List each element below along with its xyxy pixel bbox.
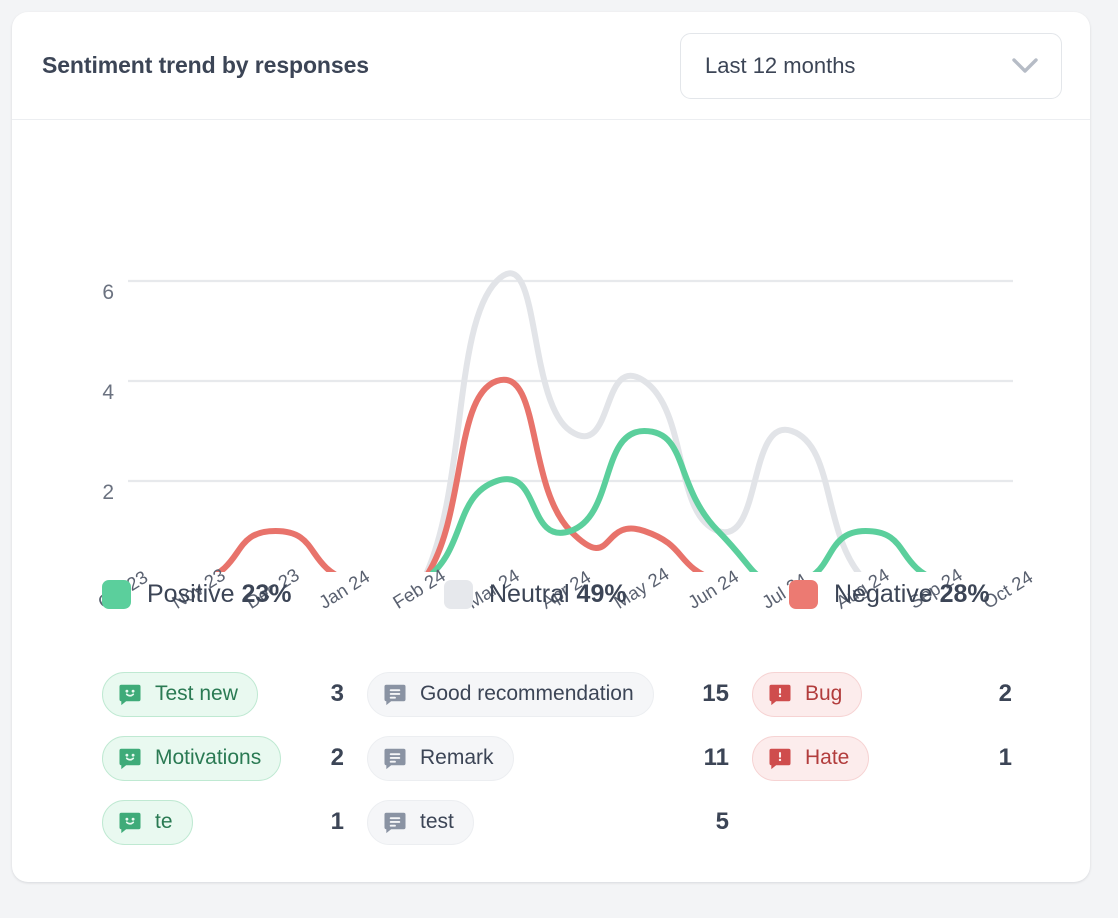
tag-row: Motivations 2 [102, 726, 344, 790]
tag-row: Bug 2 [752, 662, 1012, 726]
smiley-speech-bubble-icon [118, 682, 142, 706]
tag-chip[interactable]: te [102, 799, 193, 845]
tag-column-neutral: Good recommendation 15 Remark 11 test 5 [367, 662, 729, 854]
date-range-value: Last 12 months [705, 52, 856, 78]
tag-chip-count: 1 [330, 808, 344, 835]
tag-chip-label: Bug [805, 682, 843, 705]
lines-speech-bubble-icon [383, 746, 407, 770]
tag-chip[interactable]: Good recommendation [367, 671, 654, 717]
tag-chip[interactable]: Motivations [102, 735, 282, 781]
tag-chip-count: 15 [702, 680, 729, 707]
legend-swatch-positive [102, 579, 131, 609]
legend-label-neutral: Neutral 49% [489, 580, 627, 609]
tag-row: te 1 [102, 790, 344, 854]
smiley-speech-bubble-icon [118, 746, 142, 770]
tag-chip[interactable]: Test new [102, 671, 258, 717]
legend-group-negative: Negative 28% [789, 572, 1049, 616]
tag-chip-count: 5 [715, 808, 729, 835]
sentiment-legend: Positive 23% Neutral 49% Negative 28% [12, 572, 1090, 616]
tag-chip-label: Test new [155, 682, 238, 705]
legend-percent: 28% [939, 579, 990, 608]
legend-swatch-negative [789, 579, 818, 609]
tag-chip-count: 2 [998, 680, 1012, 707]
tag-chip[interactable]: test [367, 799, 474, 845]
alert-speech-bubble-icon [768, 746, 792, 770]
tag-chip[interactable]: Remark [367, 735, 514, 781]
tag-chip[interactable]: Bug [752, 671, 863, 717]
tag-row: Hate 1 [752, 726, 1012, 790]
page-title: Sentiment trend by responses [42, 52, 369, 78]
sentiment-trend-card: Sentiment trend by responses Last 12 mon… [12, 12, 1090, 882]
tag-chip-count: 1 [998, 744, 1012, 771]
tag-chip-label: Remark [420, 746, 494, 769]
tag-chip-count: 3 [330, 680, 344, 707]
tag-chip-label: Good recommendation [420, 682, 634, 705]
plot-canvas [128, 270, 1013, 572]
tag-chip-count: 2 [330, 744, 344, 771]
legend-percent: 49% [576, 579, 627, 608]
tag-chip-label: te [155, 810, 173, 833]
legend-name: Negative [834, 579, 933, 608]
tag-chip[interactable]: Hate [752, 735, 870, 781]
lines-speech-bubble-icon [383, 682, 407, 706]
tag-row: Remark 11 [367, 726, 729, 790]
tag-chip-label: test [420, 810, 454, 833]
tag-column-negative: Bug 2 Hate 1 [752, 662, 1012, 854]
legend-swatch-neutral [444, 579, 473, 609]
legend-label-positive: Positive 23% [147, 580, 292, 609]
alert-speech-bubble-icon [768, 682, 792, 706]
legend-name: Neutral [489, 579, 570, 608]
tag-row: Test new 3 [102, 662, 344, 726]
card-header: Sentiment trend by responses Last 12 mon… [12, 12, 1090, 120]
tag-chip-label: Motivations [155, 746, 262, 769]
legend-group-neutral: Neutral 49% [444, 572, 789, 616]
tag-chip-label: Hate [805, 746, 850, 769]
series-line-positive [429, 428, 928, 572]
legend-name: Positive [147, 579, 235, 608]
tag-column-positive: Test new 3 Motivations 2 te 1 [102, 662, 344, 854]
lines-speech-bubble-icon [383, 810, 407, 834]
legend-label-negative: Negative 28% [834, 580, 990, 609]
sentiment-line-chart: 6 4 2 0 Oct 23Nov 23Dec 23Jan 24Feb 24Ma… [12, 120, 1090, 613]
smiley-speech-bubble-icon [118, 810, 142, 834]
tag-row: Good recommendation 15 [367, 662, 729, 726]
tag-row: test 5 [367, 790, 729, 854]
tag-chip-columns: Test new 3 Motivations 2 te 1 Good recommenda… [12, 662, 1090, 854]
legend-group-positive: Positive 23% [102, 572, 444, 616]
date-range-select[interactable]: Last 12 months [680, 32, 1062, 99]
legend-percent: 23% [241, 579, 292, 608]
tag-chip-count: 11 [703, 744, 729, 771]
chevron-down-icon [1011, 57, 1039, 75]
